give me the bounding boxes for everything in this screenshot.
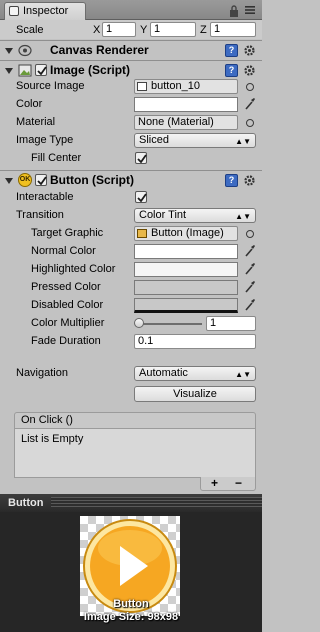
highlighted-color-field[interactable]: [134, 262, 238, 277]
transform-scale-row: Scale X 1 Y 1 Z 1: [0, 20, 262, 39]
foldout-arrow-icon[interactable]: [5, 48, 13, 54]
preview-caption-name: Button: [113, 598, 149, 610]
canvas-renderer-header[interactable]: Canvas Renderer ?: [0, 41, 262, 60]
chevron-down-icon: ▲▼: [235, 137, 251, 146]
navigation-dropdown[interactable]: Automatic ▲▼: [134, 366, 256, 381]
remove-event-button[interactable]: −: [235, 476, 242, 490]
disabled-color-label: Disabled Color: [31, 299, 104, 311]
interactable-checkbox[interactable]: [135, 191, 147, 203]
gear-icon[interactable]: [243, 64, 256, 77]
color-multiplier-slider-track[interactable]: [138, 323, 202, 325]
button-component-icon: OK: [18, 173, 32, 187]
image-type-dropdown[interactable]: Sliced ▲▼: [134, 133, 256, 148]
lock-icon[interactable]: [229, 5, 239, 17]
material-field[interactable]: None (Material): [134, 115, 238, 130]
normal-color-field[interactable]: [134, 244, 238, 259]
sprite-icon: [137, 82, 147, 91]
on-click-empty-text: List is Empty: [21, 433, 84, 445]
chevron-down-icon: ▲▼: [235, 370, 251, 379]
scale-y-label: Y: [140, 24, 148, 36]
object-picker-icon[interactable]: [246, 119, 254, 127]
fill-center-label: Fill Center: [31, 152, 82, 164]
source-image-label: Source Image: [16, 80, 85, 92]
chevron-down-icon: ▲▼: [235, 212, 251, 221]
on-click-list: List is Empty: [14, 428, 256, 478]
fade-duration-label: Fade Duration: [31, 335, 101, 347]
interactable-label: Interactable: [16, 191, 74, 203]
navigation-value: Automatic: [139, 367, 188, 379]
object-picker-icon[interactable]: [246, 83, 254, 91]
normal-color-label: Normal Color: [31, 245, 96, 257]
fade-duration-input[interactable]: 0.1: [134, 334, 256, 349]
scale-x-input[interactable]: 1: [102, 22, 136, 37]
eyedropper-icon[interactable]: [245, 298, 256, 311]
gear-icon[interactable]: [243, 44, 256, 57]
scale-z-label: Z: [200, 24, 207, 36]
transition-dropdown[interactable]: Color Tint ▲▼: [134, 208, 256, 223]
image-type-label: Image Type: [16, 134, 74, 146]
on-click-footer: + −: [200, 476, 256, 491]
image-type-value: Sliced: [139, 134, 169, 146]
object-picker-icon[interactable]: [246, 230, 254, 238]
add-event-button[interactable]: +: [211, 476, 218, 490]
gear-icon[interactable]: [243, 174, 256, 187]
scale-z-input[interactable]: 1: [210, 22, 256, 37]
transition-value: Color Tint: [139, 209, 187, 221]
preview-title: Button: [8, 497, 44, 509]
eyedropper-icon[interactable]: [245, 97, 256, 110]
image-enabled-checkbox[interactable]: [35, 64, 47, 76]
inspector-icon: [9, 6, 19, 16]
transition-label: Transition: [16, 209, 64, 221]
pressed-color-label: Pressed Color: [31, 281, 101, 293]
help-icon[interactable]: ?: [225, 174, 238, 187]
target-graphic-field[interactable]: Button (Image): [134, 226, 238, 241]
tab-inspector-label: Inspector: [23, 5, 69, 17]
tab-inspector[interactable]: Inspector: [4, 2, 86, 20]
foldout-arrow-icon[interactable]: [5, 68, 13, 74]
button-enabled-checkbox[interactable]: [35, 174, 47, 186]
canvas-renderer-icon: [18, 44, 32, 57]
foldout-arrow-icon[interactable]: [5, 178, 13, 184]
help-icon[interactable]: ?: [225, 64, 238, 77]
color-field[interactable]: [134, 97, 238, 112]
image-component-icon: [18, 64, 32, 77]
tab-bar: Inspector: [0, 0, 262, 20]
eyedropper-icon[interactable]: [245, 280, 256, 293]
target-graphic-label: Target Graphic: [31, 227, 104, 239]
eyedropper-icon[interactable]: [245, 262, 256, 275]
menu-icon[interactable]: [244, 4, 256, 16]
color-multiplier-label: Color Multiplier: [31, 317, 105, 329]
highlighted-color-label: Highlighted Color: [31, 263, 116, 275]
canvas-renderer-title: Canvas Renderer: [50, 43, 149, 57]
color-multiplier-slider-handle[interactable]: [134, 318, 144, 328]
visualize-button[interactable]: Visualize: [134, 386, 256, 402]
material-label: Material: [16, 116, 56, 128]
fill-center-checkbox[interactable]: [135, 152, 147, 164]
eyedropper-icon[interactable]: [245, 244, 256, 257]
scale-x-label: X: [93, 24, 101, 36]
disabled-color-field[interactable]: [134, 298, 238, 313]
image-component-icon: [137, 229, 147, 238]
preview-caption-size: Image Size: 98x98: [83, 611, 179, 623]
navigation-label: Navigation: [16, 367, 68, 379]
preview-drag-grip[interactable]: [51, 497, 262, 509]
pressed-color-field[interactable]: [134, 280, 238, 295]
scale-label: Scale: [16, 24, 44, 36]
on-click-header: On Click (): [14, 412, 256, 429]
color-label: Color: [16, 98, 43, 110]
scale-y-input[interactable]: 1: [150, 22, 196, 37]
color-multiplier-input[interactable]: 1: [206, 316, 256, 331]
source-image-field[interactable]: button_10: [134, 79, 238, 94]
help-icon[interactable]: ?: [225, 44, 238, 57]
